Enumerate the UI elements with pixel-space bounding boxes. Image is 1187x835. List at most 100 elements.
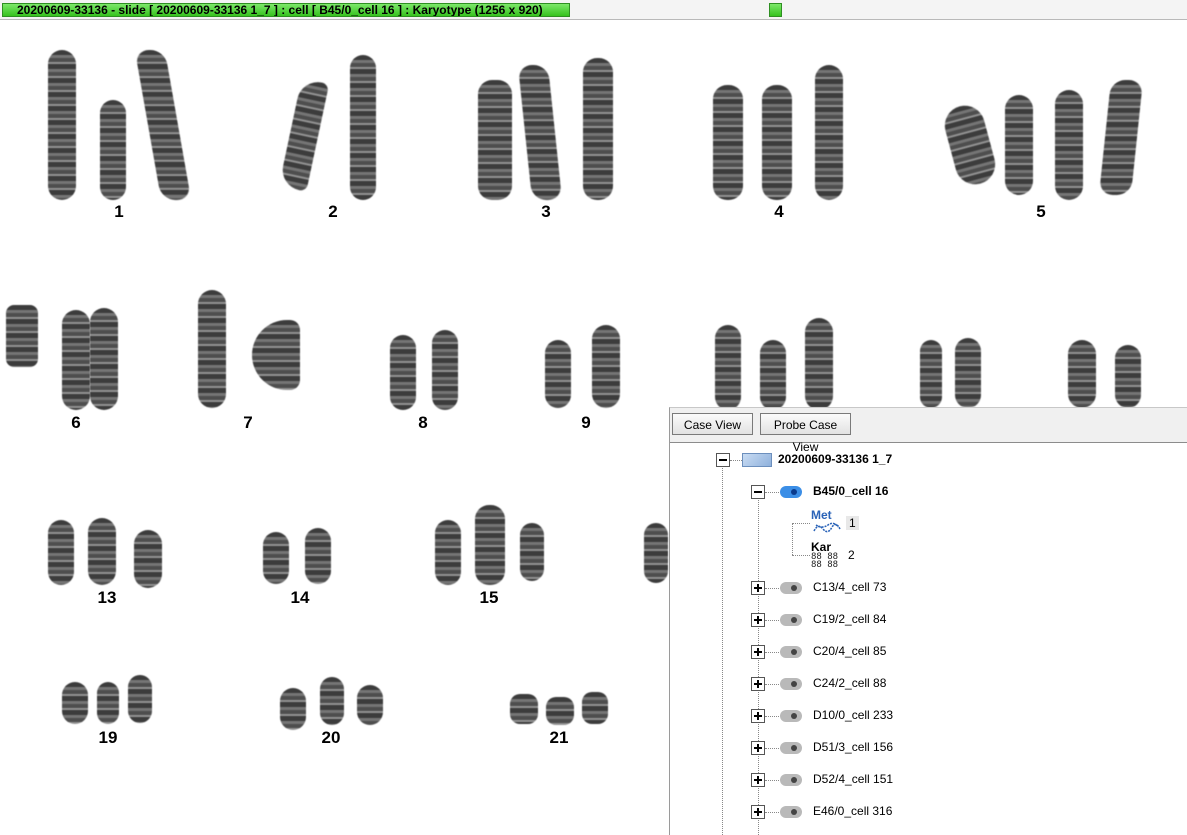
metaphase-glyph xyxy=(813,522,841,533)
cell-node[interactable]: C13/4_cell 73 xyxy=(813,580,886,594)
collapse-slide-toggle[interactable] xyxy=(716,453,730,467)
expand-cell-toggle[interactable] xyxy=(751,613,765,627)
chromosome xyxy=(278,78,330,192)
chromosome-label-4: 4 xyxy=(774,202,784,221)
expand-cell-toggle[interactable] xyxy=(751,805,765,819)
tree-connector xyxy=(765,716,779,717)
chromosome-label-5: 5 xyxy=(1036,202,1046,221)
expand-cell-toggle[interactable] xyxy=(751,709,765,723)
expand-cell-toggle[interactable] xyxy=(751,741,765,755)
chromosome xyxy=(252,320,300,390)
expand-cell-toggle[interactable] xyxy=(751,645,765,659)
chromosome xyxy=(435,520,461,585)
chromosome xyxy=(520,523,544,581)
tree-connector xyxy=(765,492,779,493)
chromosome-label-7: 7 xyxy=(243,413,253,432)
chromosome xyxy=(432,330,458,410)
case-tree: 20200609-33136 1_7 B45/0_cell 16 Met 1 K… xyxy=(670,443,1187,835)
chromosome xyxy=(350,55,376,200)
tree-connector xyxy=(765,748,779,749)
chromosome xyxy=(100,100,126,200)
cell-icon xyxy=(780,486,802,498)
chromosome xyxy=(920,340,942,408)
tree-connector xyxy=(792,555,810,556)
metaphase-icon[interactable]: Met xyxy=(811,508,843,536)
cell-icon xyxy=(780,614,802,626)
expand-cell-toggle[interactable] xyxy=(751,677,765,691)
chromosome xyxy=(478,80,512,200)
tree-connector xyxy=(765,780,779,781)
cell-node[interactable]: D52/4_cell 151 xyxy=(813,772,893,786)
chromosome xyxy=(762,85,792,200)
cell-icon xyxy=(780,742,802,754)
chromosome xyxy=(955,338,981,408)
chromosome xyxy=(546,697,574,725)
chromosome xyxy=(6,305,38,367)
cell-node[interactable]: C20/4_cell 85 xyxy=(813,644,886,658)
cell-icon xyxy=(780,582,802,594)
chromosome xyxy=(88,518,116,585)
chromosome xyxy=(475,505,505,585)
title-bar: 20200609-33136 - slide [ 20200609-33136 … xyxy=(0,0,1187,20)
tree-connector xyxy=(765,620,779,621)
karyogram-glyph: 88 88 88 88 xyxy=(811,552,839,570)
cell-node[interactable]: C24/2_cell 88 xyxy=(813,676,886,690)
chromosome-label-3: 3 xyxy=(541,202,551,221)
probe-case-view-button[interactable]: Probe Case View xyxy=(760,413,851,454)
cell-node[interactable]: D51/3_cell 156 xyxy=(813,740,893,754)
cell-node[interactable]: E46/0_cell 316 xyxy=(813,804,892,818)
window-title-tab[interactable]: 20200609-33136 - slide [ 20200609-33136 … xyxy=(2,3,570,17)
karyotype-index[interactable]: 2 xyxy=(848,548,855,562)
chromosome xyxy=(90,308,118,410)
tree-connector xyxy=(765,588,779,589)
chromosome-label-6: 6 xyxy=(71,413,81,432)
tree-connector xyxy=(792,523,810,524)
chromosome-label-19: 19 xyxy=(98,728,118,747)
chromosome-label-20: 20 xyxy=(321,728,341,747)
chromosome-label-9: 9 xyxy=(581,413,591,432)
chromosome xyxy=(305,528,331,584)
chromosome xyxy=(1068,340,1096,408)
expand-cell-toggle[interactable] xyxy=(751,773,765,787)
chromosome-label-14: 14 xyxy=(290,588,310,607)
secondary-tab[interactable] xyxy=(769,3,782,17)
chromosome-label-21: 21 xyxy=(549,728,569,747)
chromosome xyxy=(1115,345,1141,408)
chromosome xyxy=(940,101,1000,189)
chromosome xyxy=(62,682,88,724)
chromosome xyxy=(592,325,620,408)
chromosome xyxy=(713,85,743,200)
chromosome xyxy=(263,532,289,584)
collapse-cell-toggle[interactable] xyxy=(751,485,765,499)
chromosome xyxy=(805,318,833,410)
expand-cell-toggle[interactable] xyxy=(751,581,765,595)
chromosome xyxy=(128,675,152,723)
chromosome xyxy=(1055,90,1083,200)
cell-icon xyxy=(780,806,802,818)
chromosome-label-15: 15 xyxy=(479,588,499,607)
chromosome xyxy=(583,58,613,200)
chromosome-label-13: 13 xyxy=(97,588,117,607)
slide-node[interactable]: 20200609-33136 1_7 xyxy=(778,452,892,466)
chromosome xyxy=(582,692,608,724)
panel-toolbar: Case View Probe Case View xyxy=(670,408,1187,454)
tree-connector xyxy=(765,684,779,685)
tree-connector xyxy=(765,812,779,813)
selected-cell-node[interactable]: B45/0_cell 16 xyxy=(813,484,888,498)
tree-guide xyxy=(722,459,723,835)
chromosome xyxy=(715,325,741,410)
cell-node[interactable]: D10/0_cell 233 xyxy=(813,708,893,722)
chromosome xyxy=(134,50,192,200)
cell-node[interactable]: C19/2_cell 84 xyxy=(813,612,886,626)
case-view-button[interactable]: Case View xyxy=(672,413,753,435)
tree-connector xyxy=(765,652,779,653)
tree-guide xyxy=(792,523,793,555)
chromosome-label-2: 2 xyxy=(328,202,338,221)
chromosome xyxy=(815,65,843,200)
cell-icon xyxy=(780,710,802,722)
tree-connector xyxy=(730,460,742,461)
chromosome xyxy=(62,310,90,410)
karyotype-icon[interactable]: Kar 88 88 88 88 xyxy=(811,540,843,570)
metaphase-index[interactable]: 1 xyxy=(846,516,859,530)
chromosome-label-1: 1 xyxy=(114,202,124,221)
